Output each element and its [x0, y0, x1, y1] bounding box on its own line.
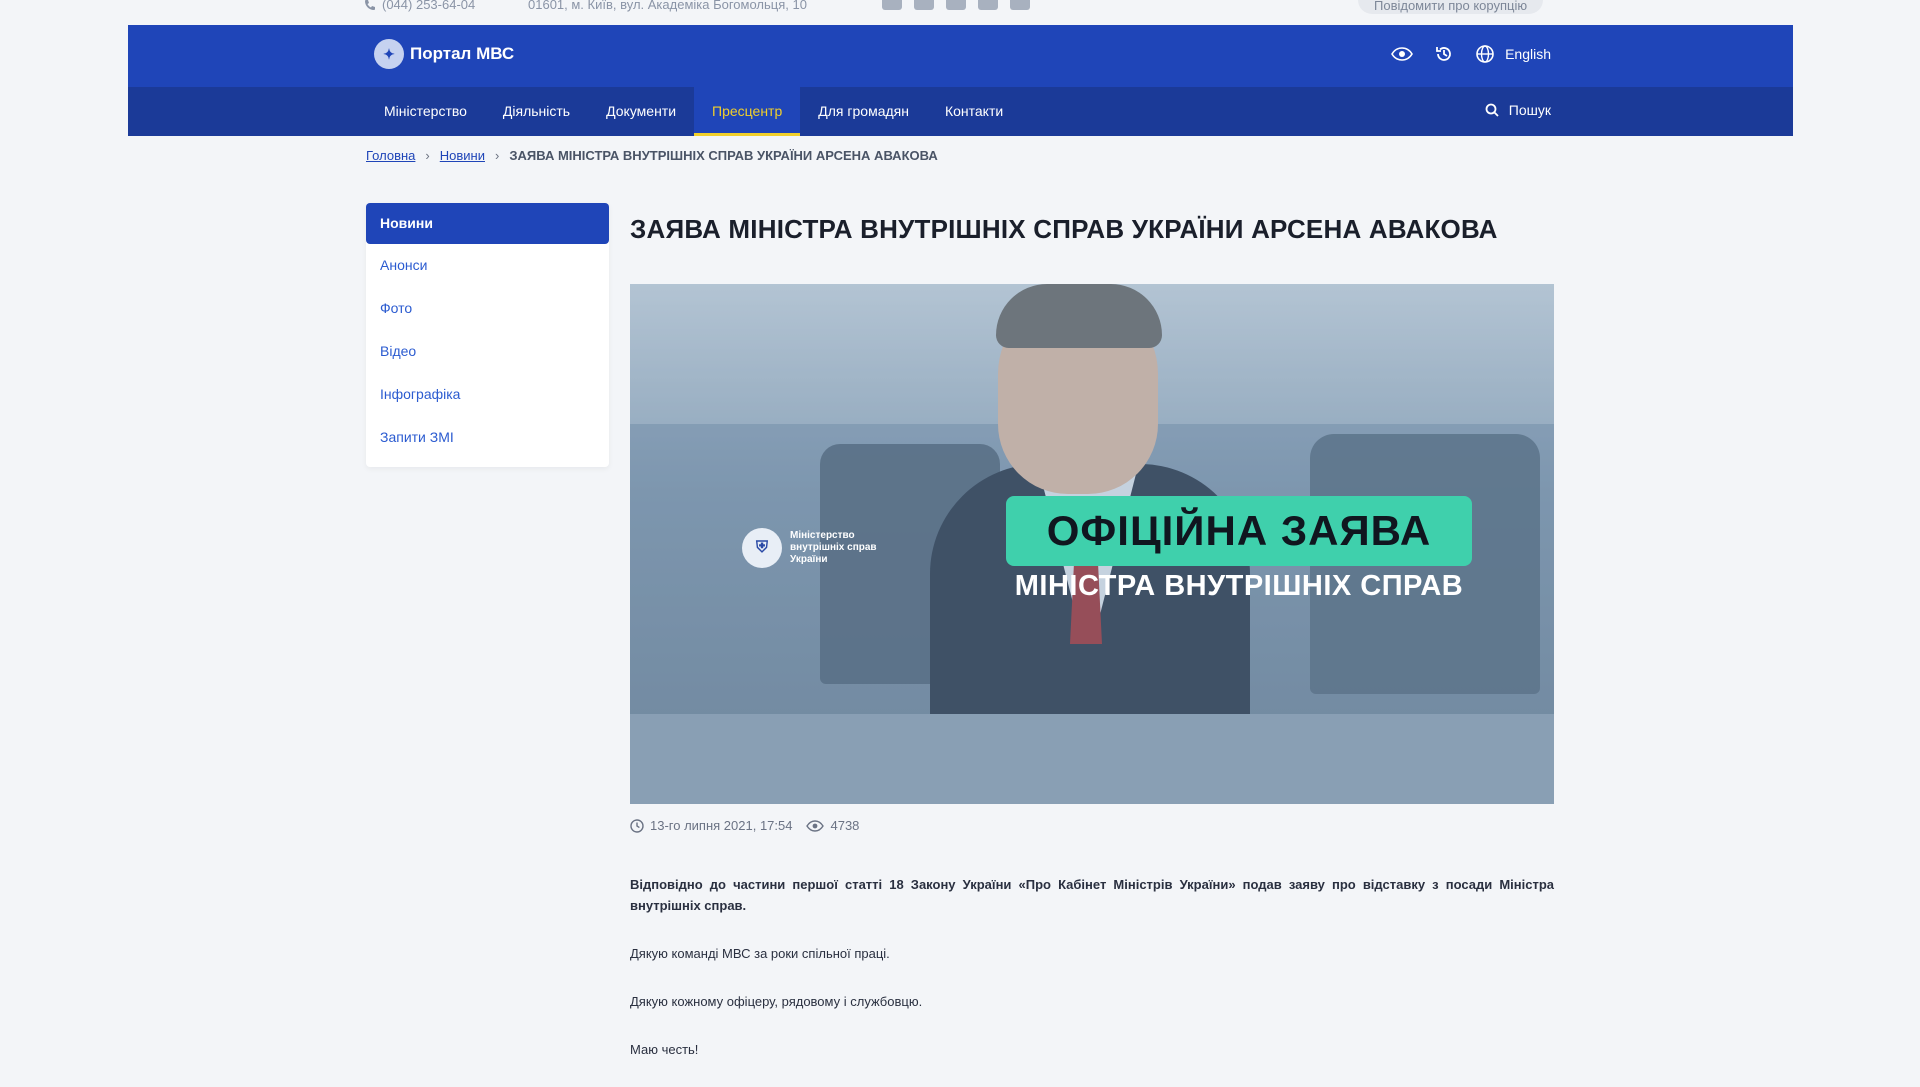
- youtube-icon[interactable]: [946, 0, 966, 10]
- sidebar-item-infographics[interactable]: Інфографіка: [366, 373, 609, 416]
- article-paragraph: Маю честь!: [630, 1042, 699, 1057]
- search-label: Пошук: [1508, 102, 1551, 118]
- twitter-icon[interactable]: [914, 0, 934, 10]
- search-icon: [1485, 103, 1499, 117]
- language-label: English: [1505, 46, 1551, 62]
- sidebar-item-photo[interactable]: Фото: [366, 287, 609, 330]
- breadcrumb: Головна › Новини › ЗАЯВА МІНІСТРА ВНУТРІ…: [366, 148, 938, 163]
- nav-item-documents[interactable]: Документи: [588, 87, 694, 136]
- ministry-watermark-text: Міністерство внутрішніх справ України: [790, 530, 877, 566]
- article-views: 4738: [806, 818, 859, 833]
- clock-icon: [630, 818, 644, 833]
- main-navigation: Міністерство Діяльність Документи Пресце…: [128, 87, 1793, 136]
- date-text: 13-го липня 2021, 17:54: [650, 818, 793, 833]
- chevron-right-icon: ›: [425, 148, 430, 163]
- site-header: ✦ Портал МВС English Міністерство Діяльн…: [128, 25, 1793, 136]
- eye-icon: [806, 819, 825, 832]
- article-meta: 13-го липня 2021, 17:54 4738: [630, 818, 859, 833]
- logo-text: Портал МВС: [410, 44, 515, 63]
- ministry-line-1: Міністерство: [790, 530, 855, 541]
- chevron-right-icon: ›: [494, 148, 500, 163]
- nav-item-for-citizens[interactable]: Для громадян: [800, 87, 927, 136]
- globe-icon: [1476, 45, 1494, 63]
- article-paragraph: Дякую команді МВС за роки спільної праці…: [630, 946, 890, 961]
- article-body: Відповідно до частини першої статті 18 З…: [630, 874, 1554, 1087]
- history-icon[interactable]: [1433, 43, 1455, 65]
- sidebar-item-media-requests[interactable]: Запити ЗМІ: [366, 416, 609, 459]
- top-utility-bar: (044) 253-64-04 01601, м. Київ, вул. Ака…: [0, 0, 1920, 24]
- report-corruption-button[interactable]: Повідомити про корупцію: [1358, 0, 1544, 14]
- official-statement-badge: ОФІЦІЙНА ЗАЯВА: [1006, 496, 1472, 566]
- press-sidebar: Новини Анонси Фото Відео Інфографіка Зап…: [366, 203, 609, 467]
- views-count: 4738: [830, 818, 860, 833]
- nav-item-contacts[interactable]: Контакти: [927, 87, 1021, 136]
- sidebar-item-announcements[interactable]: Анонси: [366, 244, 609, 287]
- address: 01601, м. Київ, вул. Академіка Богомольц…: [528, 0, 807, 12]
- breadcrumb-current: ЗАЯВА МІНІСТРА ВНУТРІШНІХ СПРАВ УКРАЇНИ …: [509, 148, 938, 163]
- ministry-line-2: внутрішніх справ: [790, 542, 877, 553]
- social-links: [882, 0, 1030, 10]
- emblem-icon: ✦: [374, 39, 404, 69]
- article-paragraph: Відповідно до частини першої статті 18 З…: [630, 877, 1554, 913]
- header-top: ✦ Портал МВС English: [128, 25, 1793, 87]
- portal-logo[interactable]: ✦ Портал МВС: [374, 39, 514, 69]
- ministry-watermark: ⛨ Міністерство внутрішніх справ України: [742, 528, 877, 568]
- search-button[interactable]: Пошук: [1485, 102, 1551, 118]
- breadcrumb-home-link[interactable]: Головна: [366, 148, 415, 163]
- ministry-line-3: України: [790, 554, 828, 565]
- telegram-icon[interactable]: [1010, 0, 1030, 10]
- image-subtitle: МІНІСТРА ВНУТРІШНІХ СПРАВ: [1014, 570, 1464, 602]
- article-date: 13-го липня 2021, 17:54: [630, 818, 792, 833]
- sidebar-item-news[interactable]: Новини: [366, 203, 609, 244]
- phone-icon: [365, 0, 375, 10]
- eye-accessibility-icon[interactable]: [1391, 43, 1414, 65]
- language-switch[interactable]: English: [1475, 44, 1551, 64]
- article-title: ЗАЯВА МІНІСТРА ВНУТРІШНІХ СПРАВ УКРАЇНИ …: [630, 214, 1498, 244]
- nav-item-press-center[interactable]: Пресцентр: [694, 87, 801, 136]
- nav-item-activity[interactable]: Діяльність: [485, 87, 588, 136]
- article-image: ⛨ Міністерство внутрішніх справ України …: [630, 284, 1554, 804]
- sidebar-item-video[interactable]: Відео: [366, 330, 609, 373]
- facebook-icon[interactable]: [882, 0, 902, 10]
- header-tools: English: [1391, 43, 1551, 65]
- phone-number: (044) 253-64-04: [382, 0, 476, 12]
- phone-contact[interactable]: (044) 253-64-04: [364, 0, 475, 12]
- ministry-seal-icon: ⛨: [742, 528, 782, 568]
- instagram-icon[interactable]: [978, 0, 998, 10]
- nav-item-ministry[interactable]: Міністерство: [366, 87, 485, 136]
- breadcrumb-news-link[interactable]: Новини: [440, 148, 485, 163]
- article-paragraph: Дякую кожному офіцеру, рядовому і службо…: [630, 994, 923, 1009]
